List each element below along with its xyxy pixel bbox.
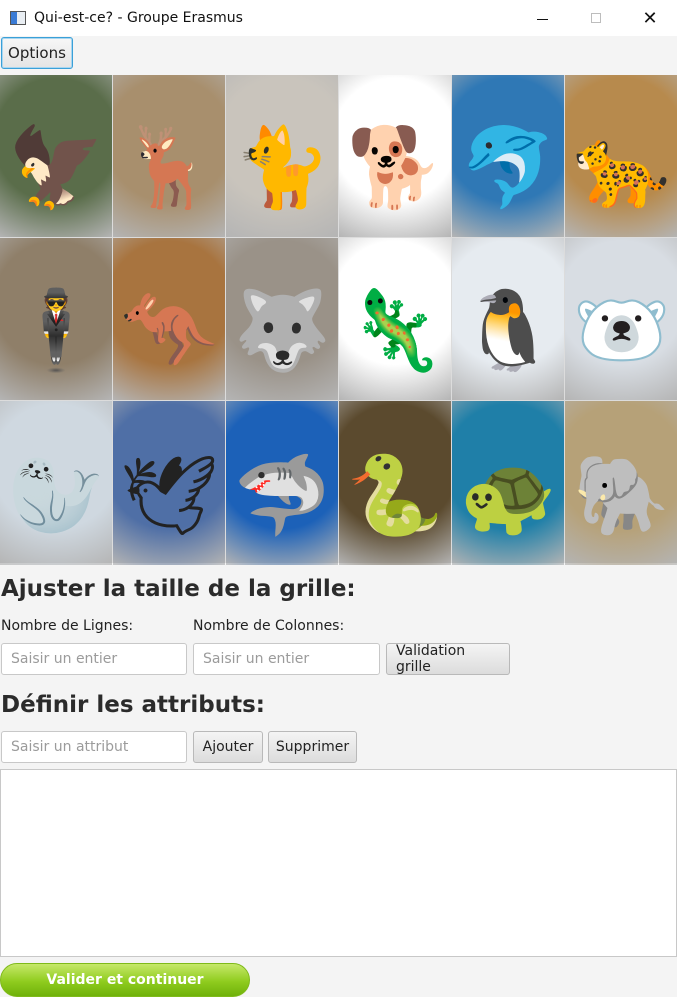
window-title: Qui-est-ce? - Groupe Erasmus [34, 10, 243, 26]
cat-icon: 🐈 [233, 123, 331, 213]
grid-size-heading: Ajuster la taille de la grille: [1, 576, 356, 602]
cols-label: Nombre de Colonnes: [193, 618, 345, 634]
character-card-wolf[interactable]: 🐺 [226, 238, 338, 400]
dog-icon: 🐕 [346, 123, 444, 213]
elephant-icon: 🐘 [572, 451, 671, 541]
character-card-shark[interactable]: 🦈 [226, 401, 338, 565]
character-card-lizard[interactable]: 🦎 [339, 238, 451, 400]
character-card-sea-turtle[interactable]: 🐢 [452, 401, 564, 565]
minimize-icon[interactable] [515, 0, 569, 36]
attribute-input[interactable] [1, 731, 187, 763]
sea-turtle-icon: 🐢 [459, 451, 557, 541]
character-card-eagle[interactable]: 🦅 [0, 75, 112, 237]
maximize-icon[interactable] [569, 0, 623, 36]
character-card-cat[interactable]: 🐈 [226, 75, 338, 237]
character-card-deer[interactable]: 🦌 [113, 75, 225, 237]
man-in-suit-icon: 🕴 [7, 286, 105, 376]
shark-icon: 🦈 [233, 451, 331, 541]
wolf-icon: 🐺 [233, 286, 331, 376]
lizard-icon: 🦎 [346, 286, 444, 376]
add-attribute-button[interactable]: Ajouter [193, 731, 263, 763]
title-bar: Qui-est-ce? - Groupe Erasmus ✕ [0, 0, 677, 36]
cols-input[interactable] [193, 643, 380, 675]
snake-icon: 🐍 [346, 451, 444, 541]
character-card-pigeon[interactable]: 🕊 [113, 401, 225, 565]
character-card-cheetah[interactable]: 🐆 [565, 75, 677, 237]
window-controls: ✕ [515, 0, 677, 36]
character-card-dog[interactable]: 🐕 [339, 75, 451, 237]
attributes-list[interactable] [0, 769, 677, 957]
deer-icon: 🦌 [120, 123, 218, 213]
eagle-icon: 🦅 [7, 123, 105, 213]
penguin-icon: 🐧 [459, 286, 557, 376]
kangaroo-icon: 🦘 [120, 286, 218, 376]
close-icon[interactable]: ✕ [623, 0, 677, 36]
cheetah-icon: 🐆 [572, 123, 671, 213]
rows-label: Nombre de Lignes: [1, 618, 134, 634]
character-card-snake[interactable]: 🐍 [339, 401, 451, 565]
remove-attribute-button[interactable]: Supprimer [268, 731, 357, 763]
seal-icon: 🦭 [7, 451, 105, 541]
dolphin-icon: 🐬 [459, 123, 557, 213]
character-card-elephant[interactable]: 🐘 [565, 401, 677, 565]
character-card-penguin[interactable]: 🐧 [452, 238, 564, 400]
character-card-polar-bear[interactable]: 🐻‍❄️ [565, 238, 677, 400]
validate-grid-button[interactable]: Validation grille [386, 643, 510, 675]
menu-bar: Options [0, 36, 677, 74]
app-window-icon [10, 11, 26, 25]
character-card-seal[interactable]: 🦭 [0, 401, 112, 565]
character-card-dolphin[interactable]: 🐬 [452, 75, 564, 237]
rows-input[interactable] [1, 643, 187, 675]
character-grid: 🦅 🦌 🐈 🐕 🐬 🐆 🕴 🦘 🐺 🦎 🐧 🐻‍❄️ 🦭 🕊 🦈 🐍 🐢 🐘 [0, 75, 677, 565]
attributes-heading: Définir les attributs: [1, 692, 265, 718]
character-card-man-in-suit[interactable]: 🕴 [0, 238, 112, 400]
pigeon-icon: 🕊 [119, 451, 219, 541]
character-card-kangaroo[interactable]: 🦘 [113, 238, 225, 400]
validate-continue-button[interactable]: Valider et continuer [0, 963, 250, 997]
polar-bear-icon: 🐻‍❄️ [572, 286, 671, 376]
options-button[interactable]: Options [1, 37, 73, 69]
